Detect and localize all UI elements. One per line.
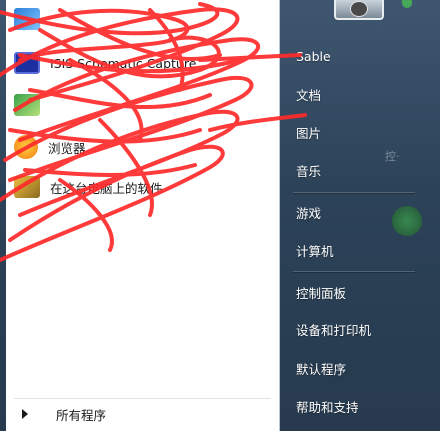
- program-icon: [14, 94, 40, 116]
- install-icon: [14, 176, 40, 198]
- menu-item-documents[interactable]: 文档: [289, 79, 415, 109]
- menu-item-default-programs[interactable]: 默认程序: [289, 353, 415, 383]
- program-item-browser[interactable]: 浏览器: [14, 132, 276, 162]
- menu-item-pictures[interactable]: 图片: [289, 117, 415, 147]
- program-icon: [14, 8, 40, 30]
- menu-item-user[interactable]: Sable: [289, 41, 415, 71]
- all-programs-label: 所有程序: [56, 407, 107, 423]
- program-label: 浏览器: [48, 140, 86, 156]
- menu-item-devices-printers[interactable]: 设备和打印机: [289, 314, 415, 344]
- program-label: ISIS Schematic Capture: [50, 55, 197, 71]
- divider: [293, 271, 415, 273]
- divider: [14, 398, 271, 399]
- menu-item-computer[interactable]: 计算机: [289, 235, 415, 265]
- all-programs-button[interactable]: 所有程序: [14, 402, 276, 426]
- menu-item-games[interactable]: 游戏: [289, 197, 415, 227]
- program-item-isis[interactable]: ISIS Schematic Capture: [14, 48, 276, 78]
- program-item-install[interactable]: 在这台电脑上的软件: [14, 172, 276, 202]
- menu-item-help-support[interactable]: 帮助和支持: [289, 391, 415, 421]
- arrow-right-icon: [22, 409, 28, 419]
- menu-item-control-panel[interactable]: 控制面板: [289, 277, 415, 307]
- places-pane: Sable 文档 图片 音乐 游戏 计算机 控制面板 设备和打印机 默认程序 帮…: [281, 0, 440, 431]
- start-menu-frame: 控· ISIS Schematic Capture 浏览器 在这台电脑上的软件 …: [0, 0, 440, 431]
- programs-pane: ISIS Schematic Capture 浏览器 在这台电脑上的软件 所有程…: [6, 0, 280, 431]
- program-item[interactable]: [14, 90, 276, 120]
- program-item[interactable]: [14, 4, 276, 34]
- program-label: 在这台电脑上的软件: [50, 180, 163, 196]
- browser-icon: [14, 135, 38, 159]
- isis-icon: [14, 52, 40, 74]
- divider: [293, 192, 415, 194]
- menu-item-music[interactable]: 音乐: [289, 155, 415, 185]
